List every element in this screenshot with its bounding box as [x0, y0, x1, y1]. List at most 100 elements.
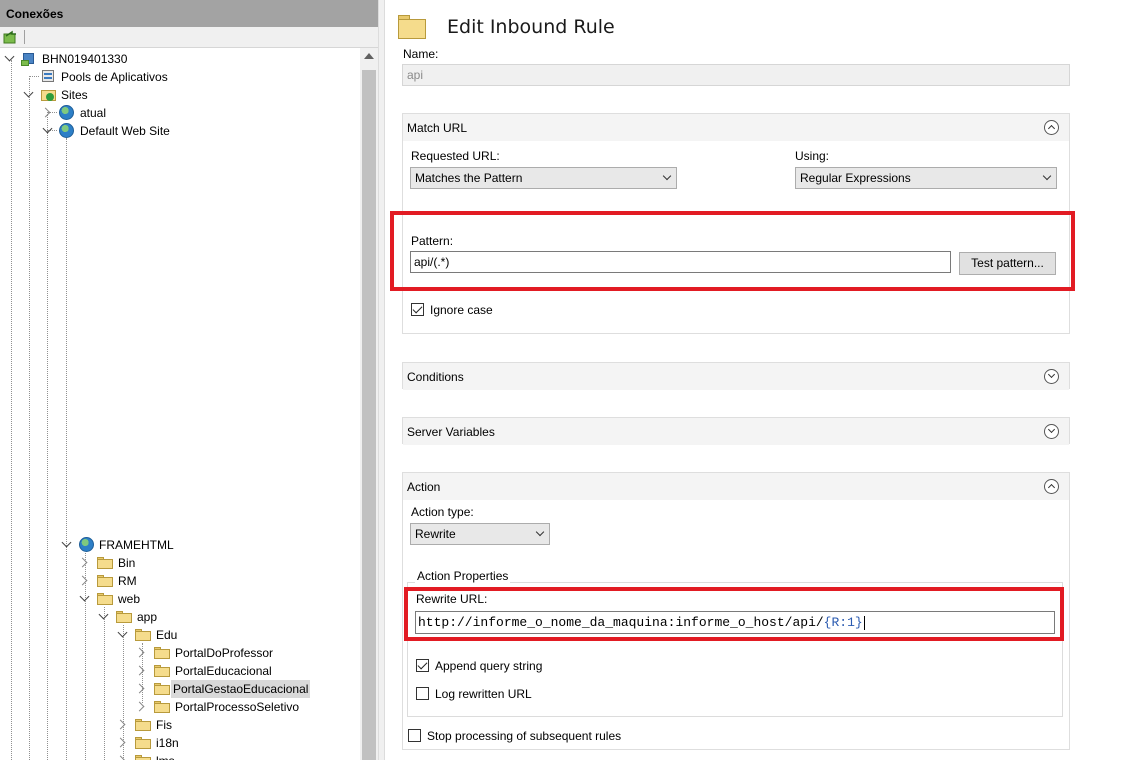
folder-icon	[97, 557, 113, 569]
folder-icon	[154, 701, 170, 713]
pane-splitter[interactable]	[378, 0, 385, 760]
requested-url-value: Matches the Pattern	[415, 171, 523, 185]
chevron-down-icon	[1042, 171, 1052, 181]
app-pool-icon	[41, 69, 56, 84]
rewrite-url-text: http://informe_o_nome_da_maquina:informe…	[418, 615, 824, 630]
ignore-case-label: Ignore case	[430, 303, 493, 317]
globe-icon	[59, 105, 74, 120]
expand-icon[interactable]	[79, 591, 90, 602]
expand-icon[interactable]	[61, 537, 72, 548]
folder-icon	[135, 737, 151, 749]
section-header[interactable]: Conditions	[403, 363, 1069, 390]
tree-node-label: PortalEducacional	[175, 664, 272, 678]
section-header[interactable]: Match URL	[403, 114, 1069, 141]
tree-node-label: Default Web Site	[80, 124, 170, 138]
expand-icon[interactable]	[1044, 424, 1059, 439]
expand-icon[interactable]	[23, 87, 34, 98]
action-type-select[interactable]: Rewrite	[410, 523, 550, 545]
expand-icon[interactable]	[42, 123, 53, 134]
folder-icon	[135, 629, 151, 641]
section-header[interactable]: Action	[403, 473, 1069, 500]
action-type-value: Rewrite	[415, 527, 456, 541]
using-label: Using:	[795, 149, 830, 163]
folder-icon	[97, 593, 113, 605]
stop-processing-label: Stop processing of subsequent rules	[427, 729, 622, 743]
tree-node-label: PortalDoProfessor	[175, 646, 274, 660]
tree-guide	[29, 76, 39, 77]
expand-icon[interactable]	[117, 627, 128, 638]
folder-icon	[398, 15, 426, 39]
log-rewritten-url-label: Log rewritten URL	[435, 687, 532, 701]
requested-url-label: Requested URL:	[411, 149, 500, 163]
server-variables-section: Server Variables	[402, 417, 1070, 445]
action-properties-label: Action Properties	[415, 569, 511, 583]
folder-icon	[154, 683, 170, 695]
pattern-label: Pattern:	[411, 234, 454, 248]
collapse-icon[interactable]	[1044, 479, 1059, 494]
tree-node-label: i18n	[156, 736, 179, 750]
chevron-down-icon	[662, 171, 672, 181]
tree-node-label: lms	[154, 752, 177, 760]
log-rewritten-url-checkbox[interactable]	[416, 687, 429, 700]
expand-icon[interactable]	[40, 107, 51, 118]
tree-scrollbar[interactable]	[360, 48, 378, 760]
tree-guide	[66, 138, 67, 760]
append-query-string-label: Append query string	[435, 659, 543, 673]
tree-guide	[47, 114, 48, 760]
folder-icon	[154, 665, 170, 677]
tree-guide	[104, 607, 105, 760]
action-type-label: Action type:	[411, 505, 474, 519]
tree-node-label: Fis	[156, 718, 172, 732]
expand-icon[interactable]	[134, 701, 145, 712]
folder-icon	[135, 719, 151, 731]
web-app-icon	[79, 537, 94, 552]
connections-header: Conexões	[0, 0, 378, 27]
test-pattern-button[interactable]: Test pattern...	[959, 252, 1056, 275]
folder-icon	[154, 647, 170, 659]
tree-node-label: Edu	[156, 628, 178, 642]
name-label: Name:	[403, 47, 439, 61]
connections-tree: BHN019401330 Pools de Aplicativos Sites …	[0, 48, 360, 760]
expand-icon[interactable]	[98, 609, 109, 620]
scrollbar-thumb[interactable]	[362, 70, 376, 760]
expand-icon[interactable]	[1044, 369, 1059, 384]
edit-rule-pane: Edit Inbound Rule Name: api Match URL Re…	[385, 0, 1140, 760]
folder-icon	[135, 755, 151, 760]
expand-icon[interactable]	[4, 51, 15, 62]
folder-icon	[116, 611, 132, 623]
using-value: Regular Expressions	[800, 171, 911, 185]
tree-node-label: app	[137, 610, 158, 624]
tree-guide	[11, 60, 12, 760]
ignore-case-checkbox[interactable]	[411, 303, 424, 316]
pattern-input[interactable]: api/(.*)	[410, 251, 951, 273]
tree-node-label: atual	[80, 106, 107, 120]
sites-icon	[41, 87, 56, 102]
globe-icon	[59, 123, 74, 138]
requested-url-select[interactable]: Matches the Pattern	[410, 167, 677, 189]
tree-node-label: PortalProcessoSeletivo	[175, 700, 300, 714]
text-cursor	[863, 615, 865, 630]
tree-node-label: RM	[118, 574, 137, 588]
toolbar-separator	[24, 30, 25, 44]
tree-node-label: Bin	[118, 556, 136, 570]
conditions-section: Conditions	[402, 362, 1070, 390]
append-query-string-checkbox[interactable]	[416, 659, 429, 672]
rewrite-url-input[interactable]: http://informe_o_nome_da_maquina:informe…	[415, 611, 1055, 634]
tree-guide	[85, 553, 86, 760]
tree-node-label: web	[118, 592, 141, 606]
connect-icon[interactable]	[3, 30, 17, 44]
name-field[interactable]: api	[402, 64, 1070, 86]
stop-processing-checkbox[interactable]	[408, 729, 421, 742]
tree-guide	[29, 78, 30, 760]
using-select[interactable]: Regular Expressions	[795, 167, 1057, 189]
rewrite-url-label: Rewrite URL:	[416, 592, 488, 606]
tree-node-label: FRAMEHTML	[99, 538, 174, 552]
page-title: Edit Inbound Rule	[447, 16, 615, 38]
scroll-up-icon[interactable]	[364, 53, 374, 59]
collapse-icon[interactable]	[1044, 120, 1059, 135]
tree-node-label: PortalGestaoEducacional	[171, 680, 311, 698]
chevron-down-icon	[535, 527, 545, 537]
section-header[interactable]: Server Variables	[403, 418, 1069, 445]
connections-pane: Conexões BHN019401330 Pools de Aplicativ…	[0, 0, 378, 760]
folder-icon	[97, 575, 113, 587]
